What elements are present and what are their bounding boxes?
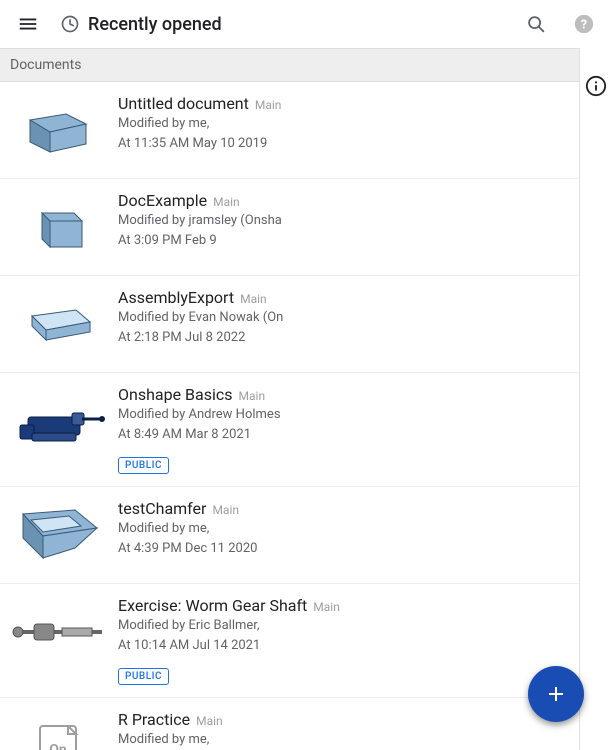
search-icon [525, 13, 547, 35]
document-modified-by: Modified by me, [118, 521, 569, 538]
document-thumbnail [10, 94, 106, 166]
document-modified-at: At 3:09 PM Feb 9 [118, 233, 569, 250]
info-icon [585, 75, 607, 97]
document-modified-by: Modified by me, [118, 732, 569, 749]
document-modified-at: At 10:14 AM Jul 14 2021 [118, 638, 569, 655]
document-title: testChamfer [118, 499, 206, 518]
document-item[interactable]: AssemblyExport Main Modified by Evan Nowak… [0, 276, 579, 373]
document-item[interactable]: DocExample Main Modified by jramsley (Onsh… [0, 179, 579, 276]
public-badge: PUBLIC [118, 668, 169, 685]
document-modified-by: Modified by me, [118, 116, 569, 133]
document-thumbnail [10, 499, 106, 571]
document-branch: Main [255, 98, 282, 112]
document-branch: Main [240, 292, 267, 306]
document-modified-by: Modified by Evan Nowak (On [118, 310, 569, 327]
document-title: AssemblyExport [118, 288, 234, 307]
document-branch: Main [239, 389, 266, 403]
document-modified-by: Modified by Andrew Holmes [118, 407, 569, 424]
right-rail [580, 48, 612, 750]
document-title: DocExample [118, 191, 207, 210]
document-meta: testChamfer Main Modified by me, At 4:39 PM… [118, 499, 569, 571]
create-fab[interactable] [528, 666, 584, 722]
document-meta: AssemblyExport Main Modified by Evan Nowak… [118, 288, 569, 360]
topbar: Recently opened ? [0, 0, 612, 48]
document-modified-at: At 4:39 PM Dec 11 2020 [118, 541, 569, 558]
document-branch: Main [212, 503, 239, 517]
hamburger-icon [17, 13, 39, 35]
help-icon: ? [573, 13, 595, 35]
page-title-wrap: Recently opened [60, 14, 222, 35]
document-item[interactable]: Onshape Basics Main Modified by Andrew Hol… [0, 373, 579, 487]
plus-icon [544, 682, 568, 706]
document-meta: Onshape Basics Main Modified by Andrew Hol… [118, 385, 569, 474]
document-branch: Main [313, 600, 340, 614]
document-meta: R PracticeMainModified by me,At 3:15 PM … [118, 710, 569, 750]
document-modified-by: Modified by Eric Ballmer, [118, 618, 569, 635]
document-title: R Practice [118, 710, 190, 729]
section-header: Documents [0, 48, 579, 82]
main-content: Documents Untitled document Main Modified … [0, 48, 580, 750]
document-item[interactable]: testChamfer Main Modified by me, At 4:39 PM… [0, 487, 579, 584]
document-meta: Untitled document Main Modified by me, At 1… [118, 94, 569, 166]
svg-text:On: On [49, 742, 67, 750]
document-modified-at: At 11:35 AM May 10 2019 [118, 136, 569, 153]
document-modified-by: Modified by jramsley (Onsha [118, 213, 569, 230]
menu-button[interactable] [8, 4, 48, 44]
document-modified-at: At 8:49 AM Mar 8 2021 [118, 427, 569, 444]
document-thumbnail [10, 191, 106, 263]
document-thumbnail [10, 596, 106, 668]
document-meta: DocExample Main Modified by jramsley (Onsh… [118, 191, 569, 263]
document-item[interactable]: Untitled document Main Modified by me, At 1… [0, 82, 579, 179]
svg-text:?: ? [581, 18, 587, 33]
document-list: Untitled document Main Modified by me, At 1… [0, 82, 579, 750]
document-thumbnail [10, 385, 106, 457]
clock-icon [60, 14, 80, 34]
document-title: Onshape Basics [118, 385, 233, 404]
document-thumbnail [10, 288, 106, 360]
document-branch: Main [196, 714, 223, 728]
document-modified-at: At 2:18 PM Jul 8 2022 [118, 330, 569, 347]
public-badge: PUBLIC [118, 457, 169, 474]
document-meta: Exercise: Worm Gear Shaft Main Modified by… [118, 596, 569, 685]
document-item[interactable]: Exercise: Worm Gear Shaft Main Modified by… [0, 584, 579, 698]
document-thumbnail: On [10, 710, 106, 750]
document-branch: Main [213, 195, 240, 209]
page-title: Recently opened [88, 14, 222, 35]
document-item[interactable]: OnR PracticeMainModified by me,At 3:15 P… [0, 698, 579, 750]
info-button[interactable] [582, 72, 610, 100]
help-button[interactable]: ? [564, 4, 604, 44]
document-title: Untitled document [118, 94, 249, 113]
document-title: Exercise: Worm Gear Shaft [118, 596, 307, 615]
search-button[interactable] [516, 4, 556, 44]
